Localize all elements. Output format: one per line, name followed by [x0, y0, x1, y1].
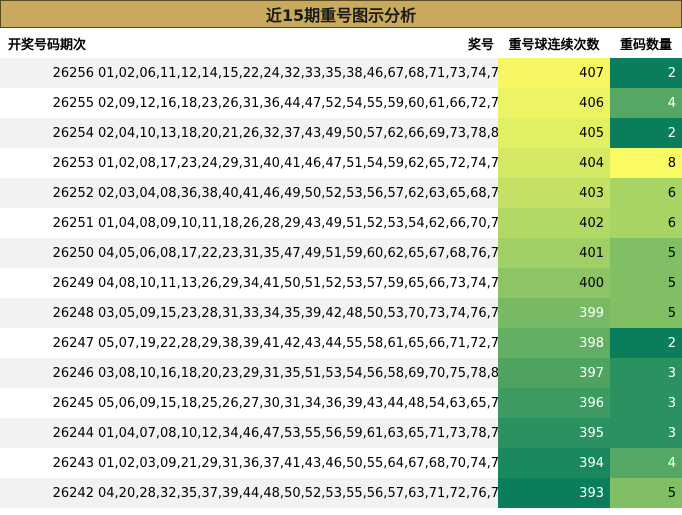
header-consecutive: 重号球连续次数 [508, 37, 600, 53]
period-cell: 26253 [0, 148, 98, 178]
table-row: 26242 04,20,28,32,35,37,39,44,48,50,52,53… [0, 478, 682, 508]
table-row: 26254 02,04,10,13,18,20,21,26,32,37,43,49… [0, 118, 682, 148]
consecutive-cell: 394 [498, 448, 610, 478]
consecutive-cell: 397 [498, 358, 610, 388]
repeat-cell: 2 [610, 58, 682, 88]
table-row: 26251 01,04,08,09,10,11,18,26,28,29,43,49… [0, 208, 682, 238]
period-cell: 26256 [0, 58, 98, 88]
repeat-cell: 3 [610, 418, 682, 448]
consecutive-cell: 400 [498, 268, 610, 298]
numbers-cell: 03,05,09,15,23,28,31,33,34,35,39,42,48,5… [98, 298, 498, 328]
table-row: 26253 01,02,08,17,23,24,29,31,40,41,46,47… [0, 148, 682, 178]
repeat-cell: 5 [610, 298, 682, 328]
consecutive-cell: 396 [498, 388, 610, 418]
numbers-cell: 02,03,04,08,36,38,40,41,46,49,50,52,53,5… [98, 178, 498, 208]
header-period: 开奖号码期次 [8, 37, 87, 53]
repeat-cell: 5 [610, 268, 682, 298]
consecutive-cell: 398 [498, 328, 610, 358]
period-cell: 26245 [0, 388, 98, 418]
table-row: 26255 02,09,12,16,18,23,26,31,36,44,47,52… [0, 88, 682, 118]
table-row: 26245 05,06,09,15,18,25,26,27,30,31,34,36… [0, 388, 682, 418]
repeat-cell: 3 [610, 358, 682, 388]
consecutive-cell: 407 [498, 58, 610, 88]
repeat-cell: 5 [610, 238, 682, 268]
period-cell: 26250 [0, 238, 98, 268]
numbers-cell: 01,02,06,11,12,14,15,22,24,32,33,35,38,4… [98, 58, 498, 88]
header-row: 开奖号码期次 奖号 重号球连续次数 重码数量 [0, 28, 682, 58]
period-cell: 26244 [0, 418, 98, 448]
table-row: 26252 02,03,04,08,36,38,40,41,46,49,50,52… [0, 178, 682, 208]
consecutive-cell: 393 [498, 478, 610, 508]
consecutive-cell: 395 [498, 418, 610, 448]
numbers-cell: 02,04,10,13,18,20,21,26,32,37,43,49,50,5… [98, 118, 498, 148]
table-row: 26243 01,02,03,09,21,29,31,36,37,41,43,46… [0, 448, 682, 478]
period-cell: 26246 [0, 358, 98, 388]
repeat-cell: 3 [610, 388, 682, 418]
period-cell: 26243 [0, 448, 98, 478]
repeat-cell: 2 [610, 118, 682, 148]
table-row: 26247 05,07,19,22,28,29,38,39,41,42,43,44… [0, 328, 682, 358]
period-cell: 26254 [0, 118, 98, 148]
table-row: 26249 04,08,10,11,13,26,29,34,41,50,51,52… [0, 268, 682, 298]
numbers-cell: 02,09,12,16,18,23,26,31,36,44,47,52,54,5… [98, 88, 498, 118]
period-cell: 26247 [0, 328, 98, 358]
period-cell: 26249 [0, 268, 98, 298]
repeat-cell: 2 [610, 328, 682, 358]
table-row: 26248 03,05,09,15,23,28,31,33,34,35,39,42… [0, 298, 682, 328]
numbers-cell: 03,08,10,16,18,20,23,29,31,35,51,53,54,5… [98, 358, 498, 388]
table-row: 26246 03,08,10,16,18,20,23,29,31,35,51,53… [0, 358, 682, 388]
consecutive-cell: 405 [498, 118, 610, 148]
repeat-cell: 6 [610, 178, 682, 208]
table-row: 26256 01,02,06,11,12,14,15,22,24,32,33,35… [0, 58, 682, 88]
period-cell: 26248 [0, 298, 98, 328]
consecutive-cell: 401 [498, 238, 610, 268]
table-row: 26244 01,04,07,08,10,12,34,46,47,53,55,56… [0, 418, 682, 448]
repeat-cell: 4 [610, 88, 682, 118]
period-cell: 26242 [0, 478, 98, 508]
page-title: 近15期重号图示分析 [0, 0, 682, 28]
consecutive-cell: 399 [498, 298, 610, 328]
numbers-cell: 01,02,03,09,21,29,31,36,37,41,43,46,50,5… [98, 448, 498, 478]
repeat-cell: 6 [610, 208, 682, 238]
numbers-cell: 05,07,19,22,28,29,38,39,41,42,43,44,55,5… [98, 328, 498, 358]
analysis-sheet: 近15期重号图示分析 开奖号码期次 奖号 重号球连续次数 重码数量 26256 0… [0, 0, 682, 515]
period-cell: 26251 [0, 208, 98, 238]
numbers-cell: 04,20,28,32,35,37,39,44,48,50,52,53,55,5… [98, 478, 498, 508]
numbers-cell: 01,04,08,09,10,11,18,26,28,29,43,49,51,5… [98, 208, 498, 238]
consecutive-cell: 404 [498, 148, 610, 178]
repeat-cell: 8 [610, 148, 682, 178]
header-repeat: 重码数量 [619, 37, 672, 53]
numbers-cell: 01,02,08,17,23,24,29,31,40,41,46,47,51,5… [98, 148, 498, 178]
numbers-cell: 04,05,06,08,17,22,23,31,35,47,49,51,59,6… [98, 238, 498, 268]
header-numbers: 奖号 [467, 37, 494, 53]
consecutive-cell: 406 [498, 88, 610, 118]
numbers-cell: 04,08,10,11,13,26,29,34,41,50,51,52,53,5… [98, 268, 498, 298]
numbers-cell: 05,06,09,15,18,25,26,27,30,31,34,36,39,4… [98, 388, 498, 418]
period-cell: 26252 [0, 178, 98, 208]
period-cell: 26255 [0, 88, 98, 118]
consecutive-cell: 402 [498, 208, 610, 238]
numbers-cell: 01,04,07,08,10,12,34,46,47,53,55,56,59,6… [98, 418, 498, 448]
repeat-cell: 4 [610, 448, 682, 478]
table-row: 26250 04,05,06,08,17,22,23,31,35,47,49,51… [0, 238, 682, 268]
results-table: 开奖号码期次 奖号 重号球连续次数 重码数量 26256 01,02,06,11,… [0, 28, 682, 508]
repeat-cell: 5 [610, 478, 682, 508]
consecutive-cell: 403 [498, 178, 610, 208]
